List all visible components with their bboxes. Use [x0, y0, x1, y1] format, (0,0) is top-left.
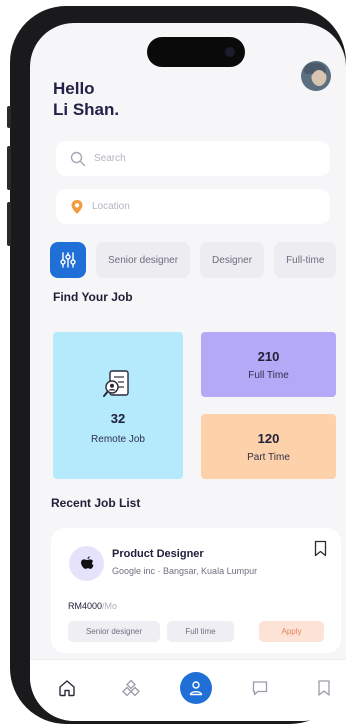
part-time-card[interactable]: 120 Part Time: [201, 414, 336, 479]
salary-amount: RM4000: [68, 601, 103, 611]
chip-designer[interactable]: Designer: [200, 242, 265, 278]
location-input[interactable]: Location: [56, 189, 330, 224]
tab-messages[interactable]: [245, 673, 275, 703]
filter-chips: Senior designer Designer Full-time: [50, 242, 346, 278]
volume-down-button: [7, 202, 11, 246]
app-screen: Hello Li Shan. Search Location Senior de…: [30, 23, 346, 721]
greeting: Hello Li Shan.: [53, 78, 119, 120]
sliders-icon: [60, 252, 76, 268]
bookmark-icon: [318, 680, 330, 696]
full-time-count: 210: [257, 348, 280, 364]
tab-saved[interactable]: [309, 673, 339, 703]
greeting-hello: Hello: [53, 79, 95, 98]
profile-icon: [189, 681, 203, 696]
avatar[interactable]: [301, 61, 331, 91]
greeting-user-name: Li Shan.: [53, 100, 120, 119]
location-placeholder: Location: [92, 201, 130, 212]
recent-job-list-title: Recent Job List: [51, 496, 141, 510]
job-search-icon: [103, 369, 129, 397]
search-input[interactable]: Search: [56, 141, 330, 176]
tab-home[interactable]: [52, 673, 82, 703]
tab-explore[interactable]: [116, 673, 146, 703]
filter-button[interactable]: [50, 242, 86, 278]
company-logo: [69, 546, 104, 581]
chip-senior-designer[interactable]: Senior designer: [96, 242, 191, 278]
camera-dot: [225, 47, 235, 57]
bottom-tab-bar: [30, 659, 346, 721]
part-time-label: Part Time: [247, 451, 290, 463]
search-placeholder: Search: [94, 153, 126, 164]
full-time-label: Full Time: [248, 369, 289, 381]
chip-full-time[interactable]: Full-time: [274, 242, 337, 278]
messages-icon: [252, 681, 268, 696]
tab-profile[interactable]: [180, 672, 212, 704]
location-pin-icon: [71, 199, 83, 214]
find-your-job-title: Find Your Job: [53, 290, 133, 304]
explore-icon: [122, 679, 140, 697]
search-icon: [70, 151, 86, 166]
part-time-count: 120: [257, 430, 280, 446]
remote-job-card[interactable]: 32 Remote Job: [53, 332, 183, 479]
home-icon: [59, 680, 75, 697]
job-title: Product Designer: [112, 548, 204, 560]
mute-switch: [7, 106, 11, 128]
apply-button[interactable]: Apply: [259, 621, 324, 642]
job-tag-full-time: Full time: [167, 621, 234, 642]
apple-logo-icon: [80, 555, 93, 569]
salary-period: /Mo: [102, 601, 118, 611]
job-company-location: Google inc · Bangsar, Kuala Lumpur: [112, 566, 258, 576]
avatar-face: [312, 70, 326, 86]
salary: RM4000/Mo: [68, 601, 117, 611]
dynamic-island: [147, 37, 245, 67]
remote-job-count: 32: [110, 410, 126, 426]
volume-up-button: [7, 146, 11, 190]
phone-frame: Hello Li Shan. Search Location Senior de…: [7, 6, 346, 724]
full-time-card[interactable]: 210 Full Time: [201, 332, 336, 397]
job-tag-senior-designer: Senior designer: [68, 621, 160, 642]
job-card[interactable]: Product Designer Google inc · Bangsar, K…: [51, 528, 341, 653]
bookmark-icon[interactable]: [314, 540, 327, 557]
remote-job-label: Remote Job: [91, 433, 145, 445]
